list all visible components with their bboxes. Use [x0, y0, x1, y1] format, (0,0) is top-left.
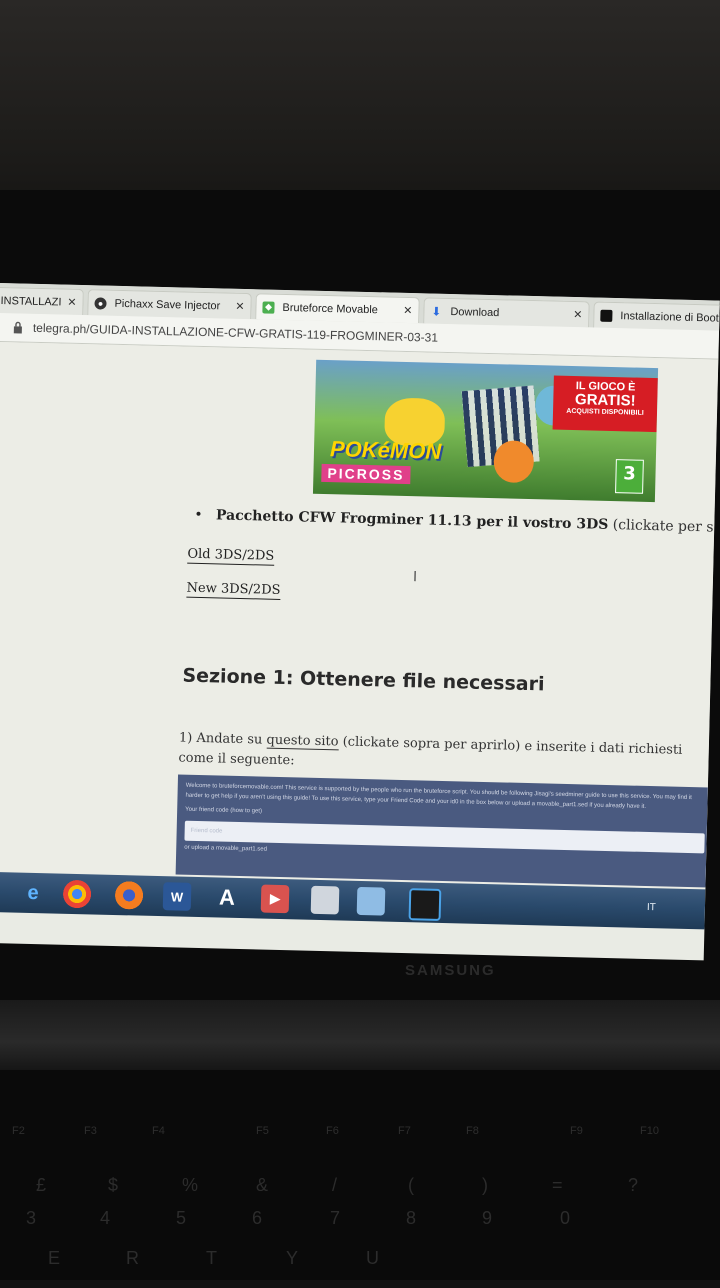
key-y: Y: [286, 1248, 299, 1268]
tab-installazione-boot9[interactable]: Installazione di Boot9: [593, 301, 720, 331]
package-name: Pacchetto CFW Frogminer 11.13 per il vos…: [215, 507, 609, 533]
key-equals: =: [552, 1175, 563, 1195]
key-dollar: $: [108, 1175, 119, 1195]
game-banner-image: IL GIOCO È GRATIS! ACQUISTI DISPONIBILI …: [312, 359, 659, 503]
key-9: 9: [482, 1208, 493, 1228]
page-icon: [600, 309, 613, 322]
key-r: R: [126, 1248, 139, 1268]
lock-icon: [13, 321, 22, 334]
questo-sito-link[interactable]: questo sito: [266, 732, 339, 751]
badge-line-3: ACQUISTI DISPONIBILI: [566, 407, 644, 417]
photo-icon[interactable]: [356, 886, 386, 916]
age-rating-badge: 3: [615, 459, 644, 494]
url-text: telegra.ph/GUIDA-INSTALLAZIONE-CFW-GRATI…: [32, 320, 439, 345]
key-question: ?: [628, 1175, 639, 1195]
3ds-icon[interactable]: [408, 888, 442, 921]
key-f3: F3: [84, 1125, 97, 1137]
pokemon-logo: POKéMON: [329, 436, 442, 464]
key-t: T: [206, 1248, 217, 1268]
close-icon[interactable]: ✕: [235, 300, 245, 313]
charmander-art: [493, 440, 535, 484]
step-prefix: 1) Andate su: [178, 730, 263, 748]
link-old-3ds[interactable]: Old 3DS/2DS: [187, 546, 275, 566]
key-f8: F8: [466, 1125, 479, 1137]
window-icon[interactable]: [310, 885, 340, 915]
key-4: 4: [100, 1208, 111, 1228]
bruteforce-embed-screenshot: Welcome to bruteforcemovable.com! This s…: [175, 774, 718, 888]
key-e: E: [48, 1248, 61, 1268]
laptop-screen: INSTALLAZIONE ✕ ● Pichaxx Save Injector …: [0, 283, 720, 961]
tab-label: Bruteforce Movable: [282, 301, 378, 316]
key-slash: /: [332, 1175, 338, 1195]
fkey-row: F2 F3 F4 F5 F6 F7 F8 F9 F10: [0, 1125, 720, 1165]
key-f2: F2: [12, 1125, 25, 1137]
key-7: 7: [330, 1208, 341, 1228]
tab-label: INSTALLAZIONE: [0, 294, 62, 309]
close-icon[interactable]: ✕: [67, 296, 77, 309]
close-icon[interactable]: ✕: [573, 308, 583, 321]
key-pound: £: [36, 1175, 47, 1195]
tab-label: Pichaxx Save Injector: [114, 297, 221, 312]
key-3: 3: [26, 1208, 37, 1228]
bullet-dot: •: [194, 506, 217, 524]
laptop-keyboard: F2 F3 F4 F5 F6 F7 F8 F9 F10 £ $ % & / ( …: [0, 1070, 720, 1280]
key-u: U: [366, 1248, 379, 1268]
word-icon[interactable]: W: [162, 882, 192, 911]
key-f6: F6: [326, 1125, 339, 1137]
globe-icon: ●: [94, 296, 107, 310]
chrome-icon[interactable]: [62, 879, 92, 909]
key-0: 0: [560, 1208, 571, 1228]
page-content: IL GIOCO È GRATIS! ACQUISTI DISPONIBILI …: [0, 341, 719, 890]
frog-icon: ◆: [262, 300, 275, 314]
package-hint: (clickate per scaricarlo): [612, 517, 719, 538]
text-cursor-icon: I: [412, 569, 418, 586]
laptop-hinge: [0, 1000, 720, 1070]
key-f10: F10: [640, 1125, 659, 1137]
media-icon[interactable]: ▶: [260, 884, 290, 914]
download-icon: ⬇: [431, 304, 442, 319]
tab-download[interactable]: ⬇ Download ✕: [423, 297, 590, 328]
key-f7: F7: [398, 1125, 411, 1137]
close-icon[interactable]: ✕: [403, 304, 413, 317]
letter-row: E R T Y U: [0, 1248, 720, 1288]
key-8: 8: [406, 1208, 417, 1228]
free-game-badge: IL GIOCO È GRATIS! ACQUISTI DISPONIBILI: [552, 375, 658, 433]
tab-label: Download: [450, 305, 500, 319]
key-ampersand: &: [256, 1175, 269, 1195]
link-new-3ds[interactable]: New 3DS/2DS: [186, 580, 281, 600]
number-row: 3 4 5 6 7 8 9 0: [0, 1208, 720, 1248]
package-bullet: • Pacchetto CFW Frogminer 11.13 per il v…: [194, 507, 718, 537]
embed-placeholder: Friend code: [190, 827, 223, 835]
tab-bruteforce[interactable]: ◆ Bruteforce Movable ✕: [255, 293, 420, 324]
key-f4: F4: [152, 1125, 165, 1137]
picross-logo: PICROSS: [321, 463, 411, 485]
firefox-icon[interactable]: [114, 880, 144, 910]
key-close-paren: ): [482, 1175, 488, 1195]
key-6: 6: [252, 1208, 263, 1228]
laptop-brand-logo: SAMSUNG: [405, 962, 496, 979]
language-indicator[interactable]: IT: [647, 902, 656, 913]
tab-installazione[interactable]: INSTALLAZIONE ✕: [0, 286, 84, 316]
key-percent: %: [182, 1175, 199, 1195]
key-open-paren: (: [408, 1175, 414, 1195]
key-f5: F5: [256, 1125, 269, 1137]
tab-label: Installazione di Boot9: [620, 309, 720, 325]
section-title: Sezione 1: Ottenere file necessari: [182, 664, 545, 696]
key-f9: F9: [570, 1125, 583, 1137]
step-1-text: 1) Andate su questo sito (clickate sopra…: [178, 729, 718, 782]
app-a-icon[interactable]: A: [213, 883, 242, 912]
tab-pichaxx[interactable]: ● Pichaxx Save Injector ✕: [87, 289, 252, 320]
key-5: 5: [176, 1208, 187, 1228]
ie-icon[interactable]: e: [19, 879, 48, 908]
